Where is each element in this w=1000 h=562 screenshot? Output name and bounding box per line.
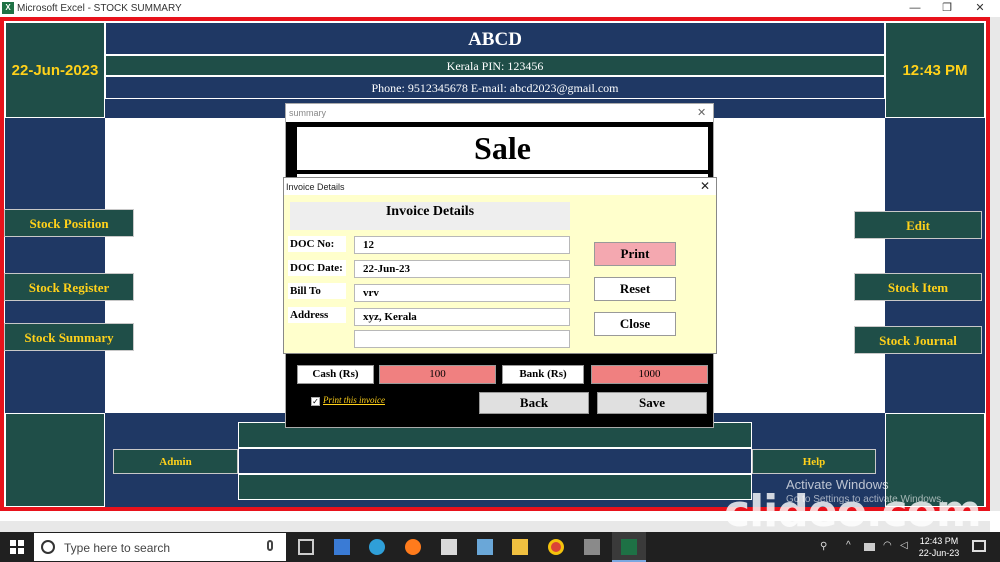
print-invoice-checkbox[interactable]: ✓	[311, 397, 320, 406]
search-placeholder: Type here to search	[64, 541, 171, 555]
summary-caption-bar: summary ✕	[286, 104, 713, 122]
close-button[interactable]: Close	[594, 312, 676, 336]
bill-to-field[interactable]: vrv	[354, 284, 570, 302]
clideo-watermark: clideo.com	[724, 486, 982, 537]
notification-icon[interactable]	[972, 540, 986, 552]
save-button[interactable]: Save	[597, 392, 707, 414]
battery-icon[interactable]	[864, 543, 875, 551]
address-label: Address	[288, 307, 346, 323]
minimize-icon[interactable]: —	[905, 1, 925, 15]
restore-icon[interactable]: ❐	[937, 1, 957, 15]
left-bottom-panel	[5, 413, 105, 507]
cash-label: Cash (Rs)	[297, 365, 374, 384]
company-address: Kerala PIN: 123456	[105, 55, 885, 76]
excel-app-icon: X	[2, 2, 14, 14]
chevron-up-icon[interactable]: ^	[846, 540, 851, 551]
invoice-heading: Invoice Details	[290, 202, 570, 230]
snipping-tool-icon[interactable]	[584, 539, 600, 555]
excel-taskbar-button[interactable]	[612, 532, 646, 562]
excel-taskbar-icon	[621, 539, 637, 555]
stock-journal-button[interactable]: Stock Journal	[854, 326, 982, 354]
window-title: Microsoft Excel - STOCK SUMMARY	[17, 3, 182, 14]
bill-to-label: Bill To	[288, 283, 346, 299]
doc-date-label: DOC Date:	[288, 260, 346, 276]
invoice-caption: Invoice Details	[286, 182, 345, 192]
invoice-close-icon[interactable]: ✕	[700, 179, 710, 193]
company-name: ABCD	[105, 22, 885, 55]
file-explorer-icon[interactable]	[512, 539, 528, 555]
stock-position-button[interactable]: Stock Position	[4, 209, 134, 237]
right-panel	[885, 118, 985, 413]
volume-icon[interactable]: ◁	[900, 540, 908, 551]
bank-label: Bank (Rs)	[502, 365, 584, 384]
print-button[interactable]: Print	[594, 242, 676, 266]
back-button[interactable]: Back	[479, 392, 589, 414]
invoice-details-dialog: Invoice Details ✕ Invoice Details DOC No…	[283, 177, 717, 354]
date-display: 22-Jun-2023	[5, 22, 105, 118]
summary-caption: summary	[289, 108, 327, 118]
clock-date: 22-Jun-23	[918, 548, 960, 558]
time-display: 12:43 PM	[885, 22, 985, 118]
people-icon[interactable]: ⚲	[820, 541, 827, 552]
microphone-icon[interactable]	[267, 540, 273, 551]
close-icon[interactable]: ✕	[970, 1, 990, 15]
edge-icon[interactable]	[369, 539, 385, 555]
reset-button[interactable]: Reset	[594, 277, 676, 301]
doc-no-field[interactable]: 12	[354, 236, 570, 254]
clock-time: 12:43 PM	[919, 536, 959, 546]
invoice-caption-bar: Invoice Details ✕	[284, 178, 716, 195]
doc-date-field[interactable]: 22-Jun-23	[354, 260, 570, 278]
address-line1-field[interactable]: xyz, Kerala	[354, 308, 570, 326]
vertical-scrollbar[interactable]	[990, 17, 1000, 511]
store-icon[interactable]	[441, 539, 457, 555]
left-panel	[5, 118, 105, 413]
taskbar: Type here to search ⚲ ^ ◠ ◁ 12:43 PM 22-…	[0, 532, 1000, 562]
chrome-icon[interactable]	[548, 539, 564, 555]
firefox-icon[interactable]	[405, 539, 421, 555]
calculator-icon[interactable]	[477, 539, 493, 555]
taskbar-search-box[interactable]: Type here to search	[34, 533, 286, 561]
search-icon	[41, 540, 55, 554]
address-line2-field[interactable]	[354, 330, 570, 348]
mail-icon[interactable]	[334, 539, 350, 555]
cash-value[interactable]: 100	[379, 365, 496, 384]
company-contact: Phone: 9512345678 E-mail: abcd2023@gmail…	[105, 76, 885, 99]
footer-bar-2	[238, 448, 752, 474]
print-invoice-label[interactable]: Print this invoice	[323, 395, 385, 405]
summary-close-icon[interactable]: ✕	[697, 106, 706, 119]
edit-button[interactable]: Edit	[854, 211, 982, 239]
doc-no-label: DOC No:	[288, 236, 346, 252]
help-button[interactable]: Help	[752, 449, 876, 474]
task-view-icon[interactable]	[298, 539, 314, 555]
stock-item-button[interactable]: Stock Item	[854, 273, 982, 301]
sale-heading: Sale	[297, 127, 708, 170]
windows-start-icon[interactable]	[10, 540, 24, 554]
stock-register-button[interactable]: Stock Register	[4, 273, 134, 301]
admin-button[interactable]: Admin	[113, 449, 238, 474]
bank-value[interactable]: 1000	[591, 365, 708, 384]
wifi-icon[interactable]: ◠	[883, 540, 892, 551]
stock-summary-button[interactable]: Stock Summary	[4, 323, 134, 351]
footer-bar-3	[238, 474, 752, 500]
taskbar-clock[interactable]: 12:43 PM 22-Jun-23	[914, 535, 964, 559]
window-title-bar: X Microsoft Excel - STOCK SUMMARY — ❐ ✕	[0, 0, 1000, 17]
